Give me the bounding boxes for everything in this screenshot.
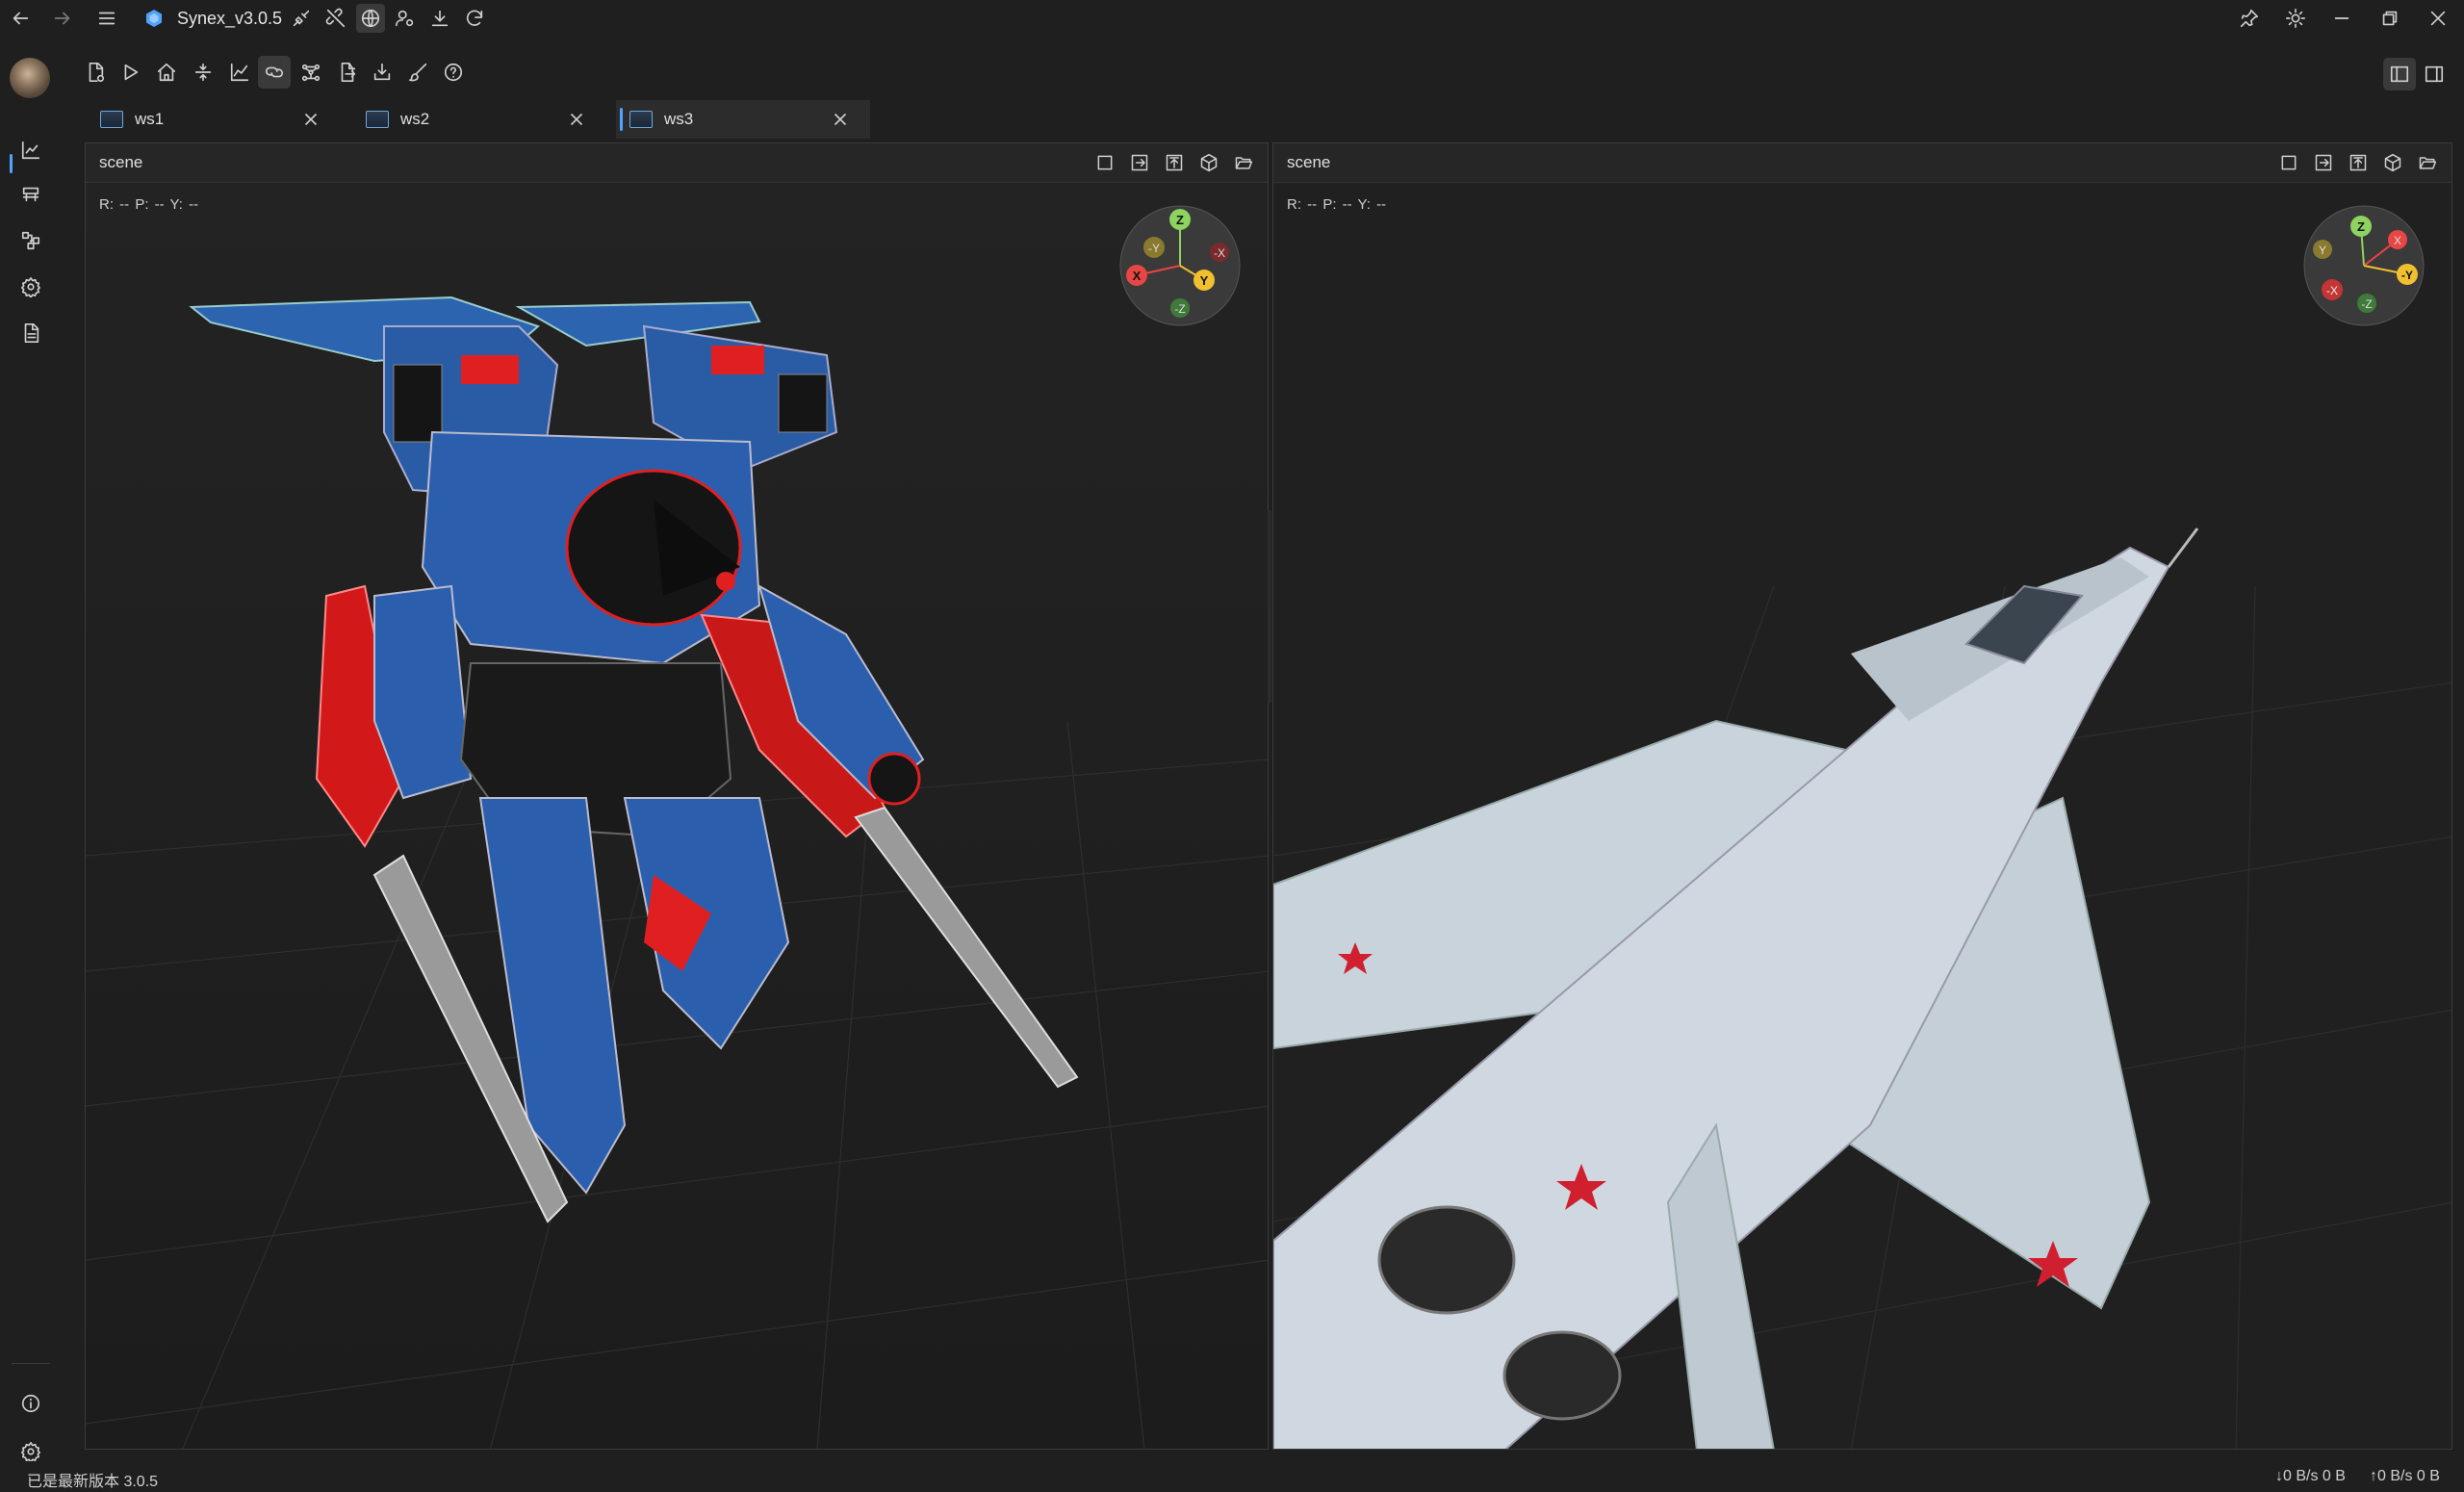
export-icon[interactable] xyxy=(1125,150,1154,175)
divider xyxy=(12,1363,50,1364)
back-arrow-icon[interactable] xyxy=(6,4,35,33)
align-icon[interactable] xyxy=(187,56,219,89)
menu-icon[interactable] xyxy=(92,4,121,33)
open-folder-icon[interactable] xyxy=(1229,150,1258,175)
download-icon[interactable] xyxy=(425,4,454,33)
info-icon[interactable] xyxy=(12,1384,50,1423)
orientation-gizmo[interactable]: Z -Y -X X Y -Z xyxy=(1119,205,1241,326)
panel-actions xyxy=(2274,150,2442,175)
gizmo-label-y: Y xyxy=(1200,273,1209,288)
theme-sun-icon[interactable] xyxy=(2281,4,2310,33)
gizmo-label-y: Y xyxy=(2319,244,2326,257)
app-title: Synex_v3.0.5 xyxy=(177,9,283,28)
upload-icon[interactable] xyxy=(1160,150,1189,175)
new-file-icon[interactable] xyxy=(79,56,112,89)
status-bar: 已是最新版本 3.0.5 ↓0 B/s 0 B ↑0 B/s 0 B xyxy=(0,1461,2464,1492)
forward-arrow-icon[interactable] xyxy=(48,4,77,33)
gizmo-label-neg-x: -X xyxy=(1214,246,1225,260)
upload-speed: ↑0 B/s 0 B xyxy=(2370,1468,2440,1484)
import-icon[interactable] xyxy=(366,56,398,89)
panel-actions xyxy=(1091,150,1258,175)
gizmo-label-neg-x: -X xyxy=(2326,284,2338,297)
maximize-panel-icon[interactable] xyxy=(1091,150,1119,175)
tab-label: ws2 xyxy=(400,110,430,128)
panel-splitter[interactable] xyxy=(1268,510,1271,703)
close-tab-icon[interactable] xyxy=(566,109,587,130)
export-file-icon[interactable] xyxy=(331,56,364,89)
settings-gear-icon[interactable] xyxy=(12,268,50,306)
gizmo-label-neg-y: -Y xyxy=(2401,269,2413,282)
play-icon[interactable] xyxy=(114,56,146,89)
3d-viewport[interactable] xyxy=(86,182,1268,1449)
pin-icon[interactable] xyxy=(2235,4,2264,33)
tab-label: ws3 xyxy=(664,110,694,128)
help-icon[interactable] xyxy=(437,56,470,89)
disconnect-icon[interactable] xyxy=(321,4,350,33)
cube-icon[interactable] xyxy=(1194,150,1223,175)
close-icon[interactable] xyxy=(2424,4,2452,33)
close-tab-icon[interactable] xyxy=(830,109,851,130)
user-settings-icon[interactable] xyxy=(391,4,420,33)
restore-icon[interactable] xyxy=(2375,4,2404,33)
tab-ws3[interactable]: ws3 xyxy=(616,100,870,139)
version-status: 已是最新版本 3.0.5 xyxy=(27,1474,159,1490)
connect-icon[interactable] xyxy=(287,4,316,33)
scene-panel-left: scene R: -- P: -- Y: -- Z -Y -X X Y -Z xyxy=(85,142,1269,1450)
activity-bar xyxy=(0,37,62,1462)
home-icon[interactable] xyxy=(150,56,183,89)
layout-right-panel-icon[interactable] xyxy=(2418,58,2451,90)
layout-left-panel-icon[interactable] xyxy=(2383,58,2416,90)
refresh-icon[interactable] xyxy=(460,4,489,33)
scene-panel-right: scene R: -- P: -- Y: -- Z X Y -Y -X -Z xyxy=(1272,142,2452,1450)
brush-icon[interactable] xyxy=(402,56,435,89)
3d-viewport[interactable] xyxy=(1273,182,2451,1449)
rpy-readout: R: -- P: -- Y: -- xyxy=(1287,196,1387,213)
network-icon[interactable] xyxy=(356,4,385,33)
chart-icon[interactable] xyxy=(12,131,50,169)
maximize-panel-icon[interactable] xyxy=(2274,150,2303,175)
line-chart-icon[interactable] xyxy=(223,56,256,89)
workspace-icon xyxy=(100,111,123,128)
app-logo-icon xyxy=(144,9,164,28)
rpy-readout: R: -- P: -- Y: -- xyxy=(99,196,199,213)
close-tab-icon[interactable] xyxy=(300,109,321,130)
download-speed: ↓0 B/s 0 B xyxy=(2275,1468,2346,1484)
title-bar: Synex_v3.0.5 xyxy=(0,0,2464,37)
link-icon[interactable] xyxy=(258,56,291,89)
panel-title: scene xyxy=(1287,153,1331,171)
orientation-gizmo[interactable]: Z X Y -Y -X -Z xyxy=(2303,205,2425,326)
gizmo-label-x: X xyxy=(2394,234,2401,247)
tab-ws1[interactable]: ws1 xyxy=(87,100,341,139)
topology-icon[interactable] xyxy=(295,56,327,89)
gizmo-label-neg-y: -Y xyxy=(1148,242,1160,255)
cube-icon[interactable] xyxy=(2378,150,2407,175)
gizmo-label-x: X xyxy=(1133,269,1142,283)
graph-icon[interactable] xyxy=(12,221,50,260)
minimize-icon[interactable] xyxy=(2327,4,2356,33)
tab-label: ws1 xyxy=(135,110,165,128)
workspace-icon xyxy=(629,111,653,128)
gizmo-label-z: Z xyxy=(1176,213,1184,227)
upload-icon[interactable] xyxy=(2344,150,2373,175)
gizmo-label-neg-z: -Z xyxy=(1174,302,1185,316)
panel-header: scene xyxy=(1273,143,2451,183)
gizmo-label-neg-z: -Z xyxy=(2361,297,2372,311)
open-folder-icon[interactable] xyxy=(2413,150,2442,175)
avatar[interactable] xyxy=(10,58,50,98)
panel-header: scene xyxy=(86,143,1268,183)
export-icon[interactable] xyxy=(2309,150,2338,175)
tab-ws2[interactable]: ws2 xyxy=(352,100,606,139)
workspace-icon xyxy=(366,111,389,128)
gizmo-label-z: Z xyxy=(2357,219,2365,234)
document-icon[interactable] xyxy=(12,314,50,352)
layers-icon[interactable] xyxy=(12,175,50,214)
panel-title: scene xyxy=(99,153,143,171)
